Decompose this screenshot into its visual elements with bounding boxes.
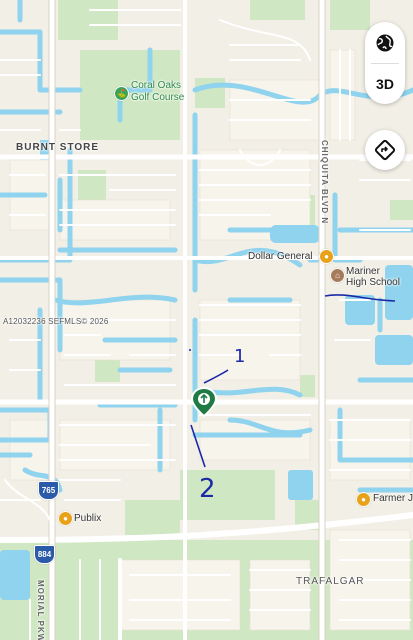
map-mode-controls: 3D — [365, 22, 405, 104]
globe-icon — [376, 34, 394, 52]
globe-button[interactable] — [365, 23, 405, 63]
annotation-number-1: 1 — [234, 346, 246, 367]
annotation-number-2: 2 — [199, 474, 216, 504]
directions-button[interactable] — [365, 130, 405, 170]
directions-icon — [374, 139, 396, 161]
mode-3d-button[interactable]: 3D — [365, 64, 405, 104]
annotation-strokes — [189, 294, 396, 468]
map-view[interactable]: BURNT STORE TRAFALGAR CHIQUITA BLVD N MO… — [0, 0, 413, 640]
